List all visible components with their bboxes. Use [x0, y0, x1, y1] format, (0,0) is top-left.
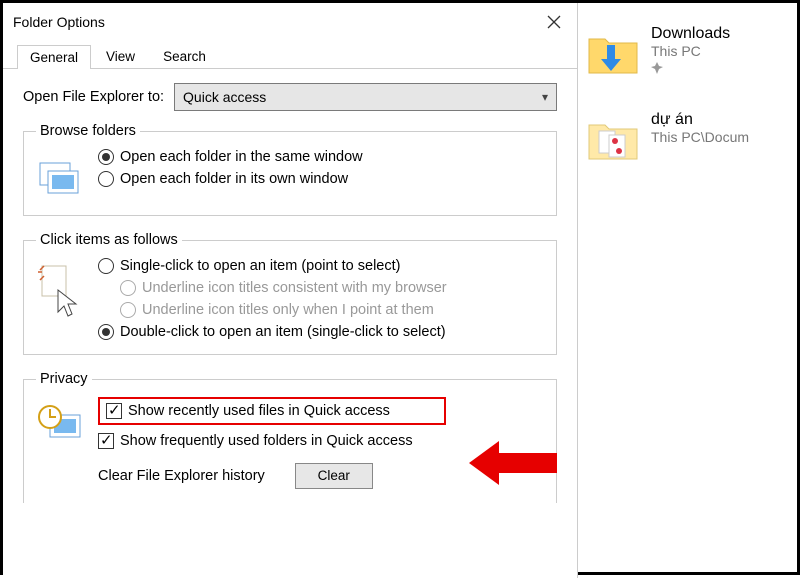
- titlebar: Folder Options: [3, 3, 577, 41]
- click-legend: Click items as follows: [36, 232, 182, 248]
- checkbox-freq-folders[interactable]: Show frequently used folders in Quick ac…: [98, 433, 446, 449]
- clear-button[interactable]: Clear: [295, 463, 373, 489]
- privacy-clock-icon: [36, 401, 84, 449]
- dialog-title: Folder Options: [13, 14, 105, 30]
- radio-own-window[interactable]: Open each folder in its own window: [98, 171, 363, 187]
- radio-underline-browser: Underline icon titles consistent with my…: [120, 280, 447, 296]
- side-item-title: dự án: [651, 111, 749, 129]
- side-item-downloads[interactable]: Downloads This PC: [585, 25, 797, 81]
- folder-pair-icon: [36, 153, 84, 201]
- checkbox-recent-files[interactable]: Show recently used files in Quick access: [106, 403, 438, 419]
- close-button[interactable]: [531, 5, 577, 39]
- browse-folders-group: Browse folders Open each folder in the s…: [23, 123, 557, 216]
- tab-general[interactable]: General: [17, 45, 91, 69]
- radio-double-click[interactable]: Double-click to open an item (single-cli…: [98, 324, 447, 340]
- pin-icon: [651, 62, 730, 74]
- click-items-group: Click items as follows Single-click to o…: [23, 232, 557, 355]
- browse-legend: Browse folders: [36, 123, 140, 139]
- highlight-box: Show recently used files in Quick access: [98, 397, 446, 425]
- downloads-folder-icon: [585, 25, 641, 81]
- quick-access-panel: Downloads This PC dự án This PC\Docum: [579, 3, 800, 219]
- chevron-down-icon: ▾: [542, 90, 548, 104]
- side-item-subtitle: This PC\Docum: [651, 129, 749, 145]
- tab-view[interactable]: View: [93, 44, 148, 68]
- side-item-subtitle: This PC: [651, 43, 730, 59]
- radio-same-window[interactable]: Open each folder in the same window: [98, 149, 363, 165]
- open-to-label: Open File Explorer to:: [23, 89, 164, 105]
- open-to-dropdown[interactable]: Quick access ▾: [174, 83, 557, 111]
- tab-strip: General View Search: [3, 41, 577, 69]
- callout-arrow: [469, 441, 557, 485]
- side-item-project[interactable]: dự án This PC\Docum: [585, 111, 797, 167]
- clear-history-label: Clear File Explorer history: [98, 468, 265, 484]
- privacy-legend: Privacy: [36, 371, 92, 387]
- folder-options-dialog: Folder Options General View Search Open …: [3, 3, 578, 578]
- tab-search[interactable]: Search: [150, 44, 219, 68]
- cursor-click-icon: [36, 262, 84, 310]
- open-to-value: Quick access: [183, 89, 266, 105]
- side-item-title: Downloads: [651, 25, 730, 43]
- project-folder-icon: [585, 111, 641, 167]
- radio-underline-point: Underline icon titles only when I point …: [120, 302, 447, 318]
- radio-single-click[interactable]: Single-click to open an item (point to s…: [98, 258, 447, 274]
